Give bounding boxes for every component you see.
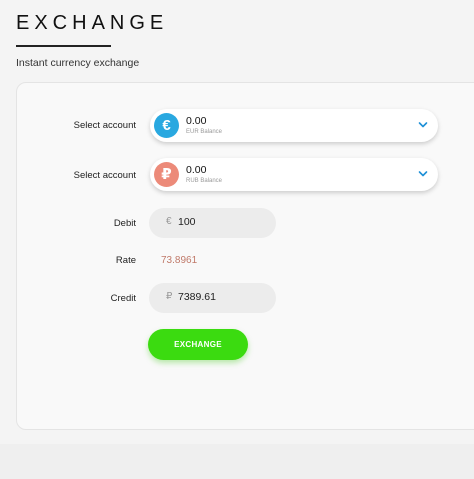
eur-balance-amount: 0.00 <box>186 115 207 127</box>
rub-account-select[interactable]: ₽ 0.00 RUB Balance <box>150 158 438 191</box>
eur-balance-label: EUR Balance <box>186 129 223 135</box>
page-title: EXCHANGE <box>16 12 169 34</box>
exchange-page: EXCHANGE Instant currency exchange Selec… <box>0 0 474 479</box>
select-account-label-1: Select account <box>73 120 136 131</box>
debit-value[interactable]: 100 <box>178 216 196 228</box>
rate-label: Rate <box>115 255 136 266</box>
select-account-label-2: Select account <box>73 170 136 181</box>
ruble-symbol-icon: ₽ <box>166 291 173 302</box>
chevron-down-icon[interactable] <box>418 121 428 129</box>
debit-input[interactable]: € 100 <box>149 208 276 238</box>
debit-label: Debit <box>113 218 136 229</box>
euro-symbol-icon: € <box>166 216 172 227</box>
exchange-button[interactable]: EXCHANGE <box>148 329 248 360</box>
chevron-down-icon[interactable] <box>418 170 428 178</box>
credit-value[interactable]: 7389.61 <box>178 291 216 303</box>
page-subtitle: Instant currency exchange <box>16 57 140 69</box>
ruble-icon: ₽ <box>154 162 179 187</box>
rub-balance-amount: 0.00 <box>186 164 207 176</box>
euro-icon: € <box>154 113 179 138</box>
rate-value: 73.8961 <box>161 255 198 266</box>
footer-strip <box>0 444 474 479</box>
rub-balance-label: RUB Balance <box>186 178 223 184</box>
title-underline <box>16 45 111 47</box>
credit-input[interactable]: ₽ 7389.61 <box>149 283 276 313</box>
eur-account-select[interactable]: € 0.00 EUR Balance <box>150 109 438 142</box>
credit-label: Credit <box>110 293 136 304</box>
